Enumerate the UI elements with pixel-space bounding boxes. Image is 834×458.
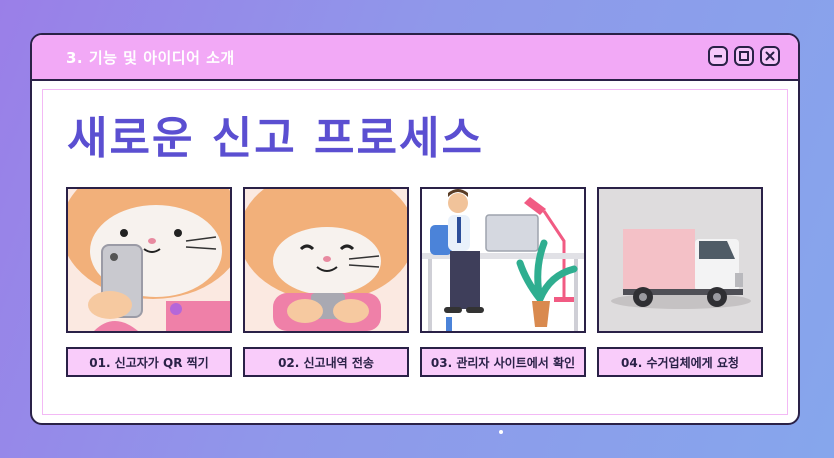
maximize-button[interactable] (734, 46, 754, 66)
step-label-4: 04. 수거업체에게 요청 (597, 347, 763, 377)
cat-typing-phone-image (243, 187, 409, 333)
minimize-icon (714, 55, 722, 58)
close-button[interactable] (760, 46, 780, 66)
presentation-window: 3. 기능 및 아이디어 소개 새로운 신고 프로세스 01. 신고자가 QR … (30, 33, 800, 425)
maximize-icon (739, 51, 749, 61)
cat-holding-phone-image (66, 187, 232, 333)
close-icon (765, 51, 775, 61)
step-label-2: 02. 신고내역 전송 (243, 347, 409, 377)
title-bar[interactable]: 3. 기능 및 아이디어 소개 (32, 35, 798, 81)
decorative-dot (499, 430, 503, 434)
page-title: 새로운 신고 프로세스 (67, 113, 484, 164)
step-label-3: 03. 관리자 사이트에서 확인 (420, 347, 586, 377)
window-title: 3. 기능 및 아이디어 소개 (66, 49, 235, 67)
pink-truck-image (597, 187, 763, 333)
minimize-button[interactable] (708, 46, 728, 66)
admin-at-desk-image (420, 187, 586, 333)
step-label-1: 01. 신고자가 QR 찍기 (66, 347, 232, 377)
